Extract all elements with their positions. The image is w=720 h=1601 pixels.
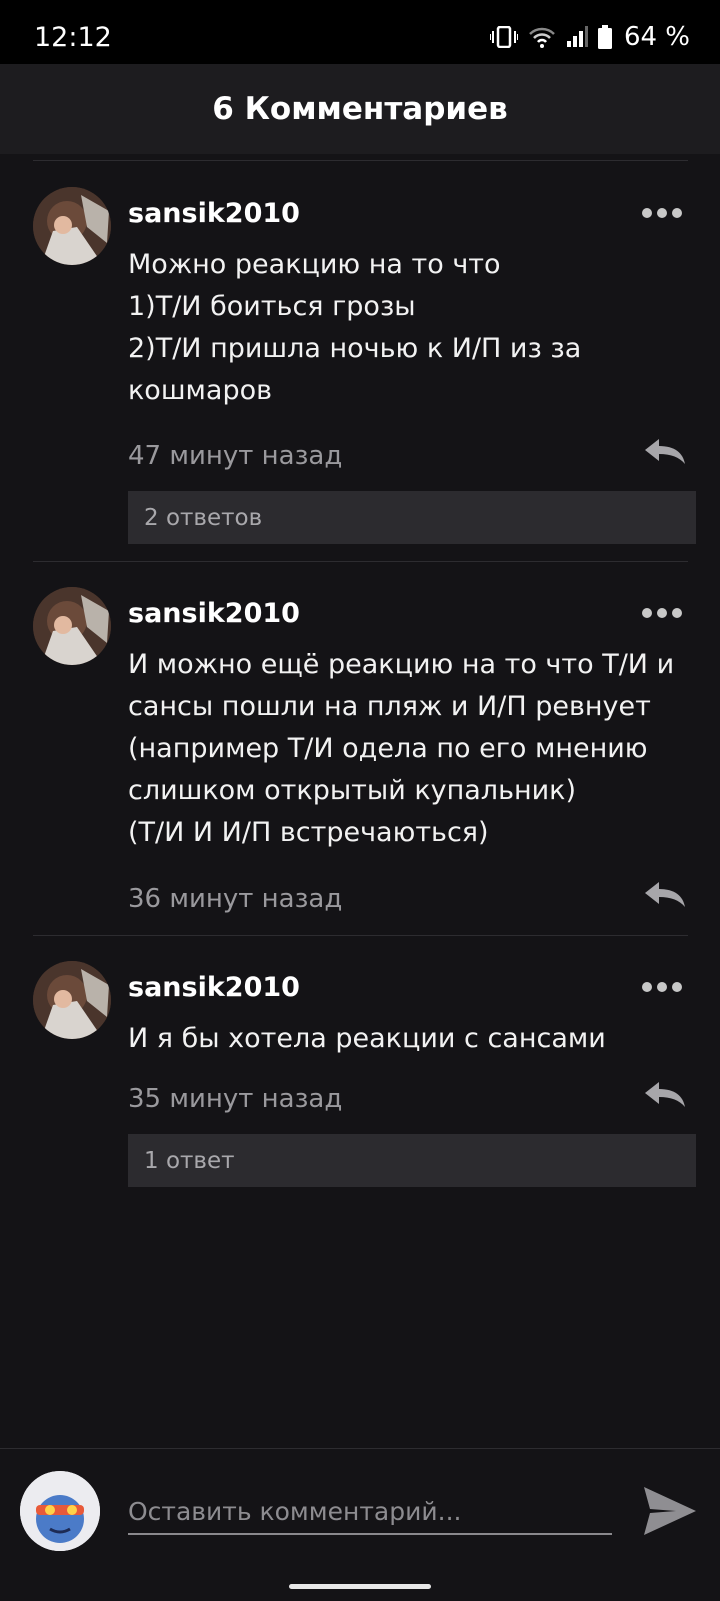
- wifi-icon: [528, 26, 556, 48]
- vibrate-icon: [489, 26, 518, 48]
- comment-input[interactable]: [128, 1489, 612, 1535]
- avatar[interactable]: [33, 961, 111, 1039]
- replies-button[interactable]: 2 ответов: [128, 491, 696, 544]
- comment-composer: [0, 1448, 720, 1601]
- comment-username[interactable]: sansik2010: [128, 972, 300, 1003]
- status-time: 12:12: [34, 22, 112, 53]
- send-icon[interactable]: [642, 1485, 698, 1537]
- reply-icon[interactable]: [643, 880, 687, 908]
- replies-button[interactable]: 1 ответ: [128, 1134, 696, 1187]
- avatar[interactable]: [33, 187, 111, 265]
- signal-icon: [566, 26, 588, 48]
- comment-username[interactable]: sansik2010: [128, 198, 300, 229]
- divider: [33, 160, 688, 161]
- my-avatar[interactable]: [20, 1471, 100, 1551]
- more-options-icon[interactable]: [642, 608, 682, 618]
- replies-count: 1 ответ: [144, 1147, 235, 1174]
- battery-icon: [597, 25, 612, 49]
- comment-text: И я бы хотела реакции с сансами: [128, 1023, 606, 1054]
- status-icons: 64 %: [489, 22, 690, 52]
- divider: [33, 561, 688, 562]
- comment-text: И можно ещё реакцию на то что Т/И и санс…: [128, 649, 675, 848]
- avatar[interactable]: [33, 587, 111, 665]
- comments-header: 6 Комментариев: [0, 64, 720, 154]
- more-options-icon[interactable]: [642, 208, 682, 218]
- status-bar: 12:12 64 %: [0, 0, 720, 64]
- comment-time: 36 минут назад: [128, 884, 343, 914]
- page-title: 6 Комментариев: [212, 91, 508, 127]
- more-options-icon[interactable]: [642, 982, 682, 992]
- divider: [33, 935, 688, 936]
- comment-username[interactable]: sansik2010: [128, 598, 300, 629]
- home-indicator[interactable]: [289, 1584, 431, 1589]
- comment-time: 35 минут назад: [128, 1084, 343, 1114]
- battery-percent: 64 %: [623, 22, 690, 52]
- reply-icon[interactable]: [643, 1080, 687, 1108]
- reply-icon[interactable]: [643, 437, 687, 465]
- comment-time: 47 минут назад: [128, 441, 343, 471]
- comment-text: Можно реакцию на то что 1)Т/И боиться гр…: [128, 249, 582, 406]
- replies-count: 2 ответов: [144, 504, 263, 531]
